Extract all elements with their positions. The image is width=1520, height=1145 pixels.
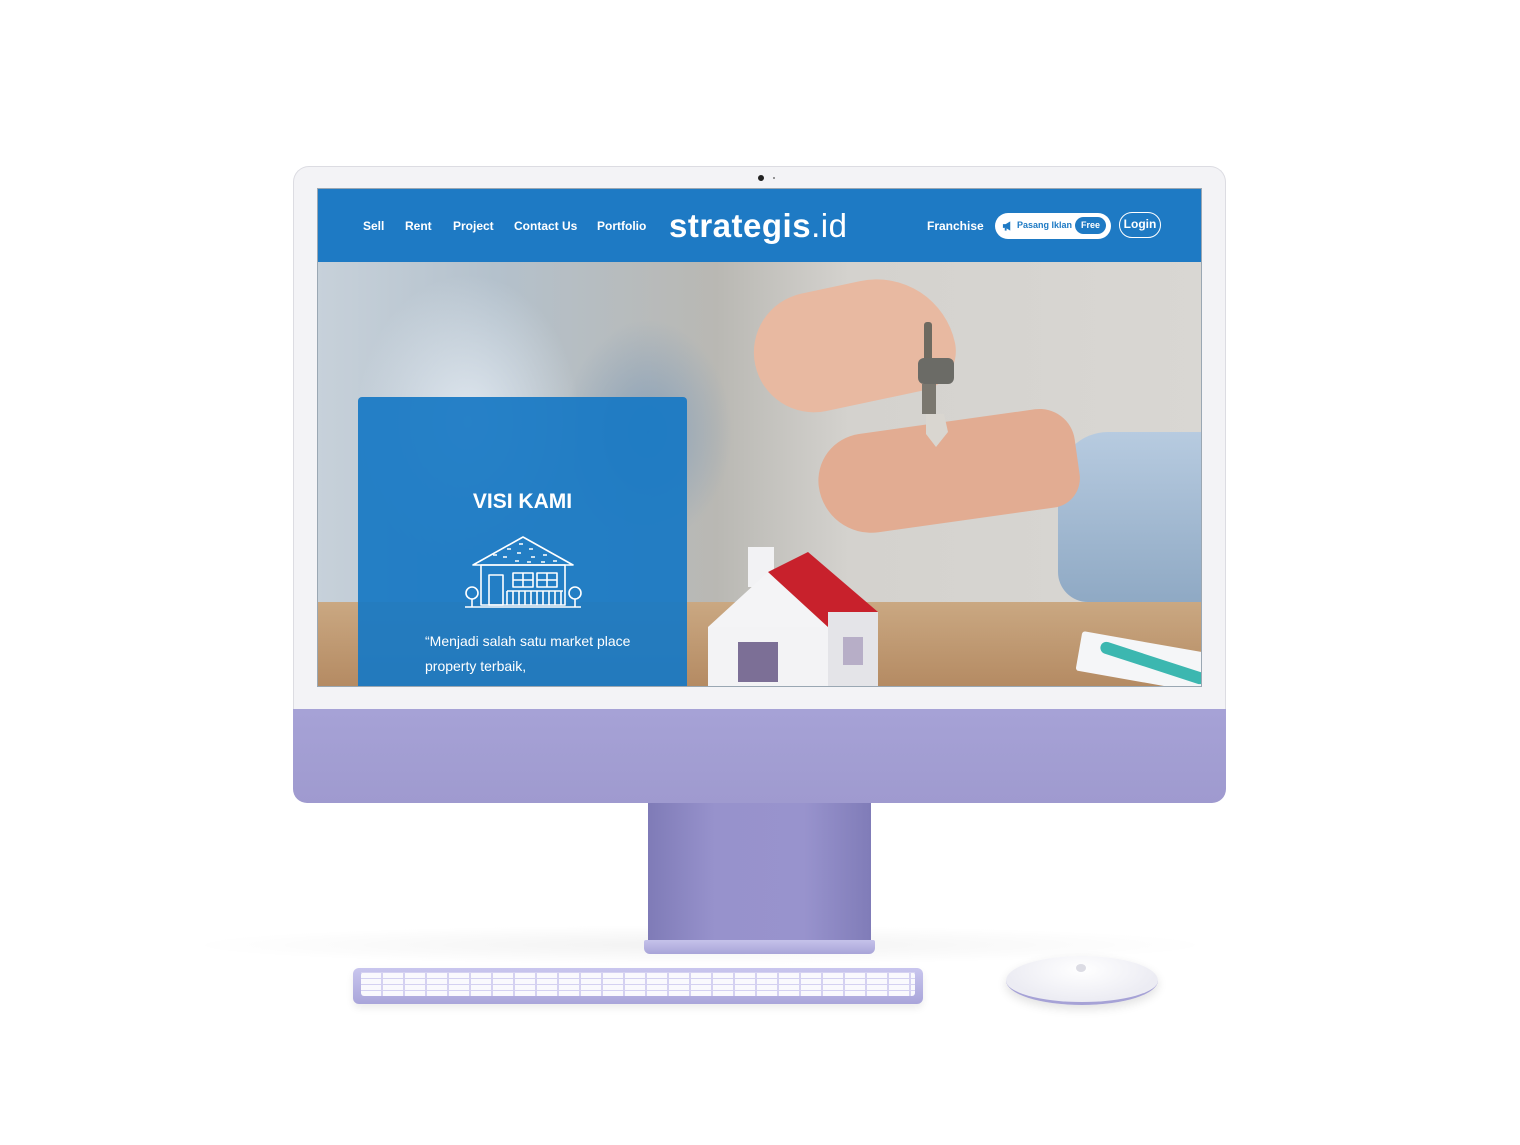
pasang-iklan-label: Pasang Iklan	[1017, 220, 1073, 230]
sensor-dot	[773, 177, 775, 179]
model-house-icon	[708, 547, 878, 686]
logo-text: strategis	[669, 207, 812, 244]
login-button[interactable]: Login	[1119, 212, 1161, 238]
nav-contact-us[interactable]: Contact Us	[514, 219, 577, 233]
hero-section: VISI KAMI “Menjadi salah satu market pla…	[318, 262, 1201, 686]
site-logo[interactable]: strategis.id	[669, 207, 847, 245]
screen: Sell Rent Project Contact Us Portfolio s…	[317, 188, 1202, 687]
megaphone-icon	[1002, 221, 1011, 231]
apple-logo-icon	[1076, 964, 1086, 972]
navbar: Sell Rent Project Contact Us Portfolio s…	[318, 189, 1201, 262]
monitor-chin	[293, 709, 1226, 803]
keyboard-keys	[361, 972, 915, 996]
logo-tld: .id	[811, 207, 848, 244]
hero-sleeve	[1058, 432, 1201, 602]
visi-card: VISI KAMI “Menjadi salah satu market pla…	[358, 397, 687, 686]
monitor-stand-foot	[644, 940, 875, 954]
nav-rent[interactable]: Rent	[405, 219, 432, 233]
nav-project[interactable]: Project	[453, 219, 494, 233]
monitor-stand	[648, 803, 871, 943]
keys-icon	[918, 322, 954, 447]
visi-quote: “Menjadi salah satu market place propert…	[425, 633, 631, 674]
nav-sell[interactable]: Sell	[363, 219, 384, 233]
mouse	[1006, 956, 1158, 1005]
free-badge: Free	[1075, 217, 1106, 234]
pasang-iklan-button[interactable]: Pasang Iklan Free	[995, 213, 1111, 239]
keyboard	[353, 968, 923, 1004]
house-icon	[465, 536, 582, 608]
nav-franchise[interactable]: Franchise	[927, 219, 984, 233]
camera-icon	[758, 175, 764, 181]
visi-title: VISI KAMI	[472, 490, 573, 513]
nav-portfolio[interactable]: Portfolio	[597, 219, 646, 233]
